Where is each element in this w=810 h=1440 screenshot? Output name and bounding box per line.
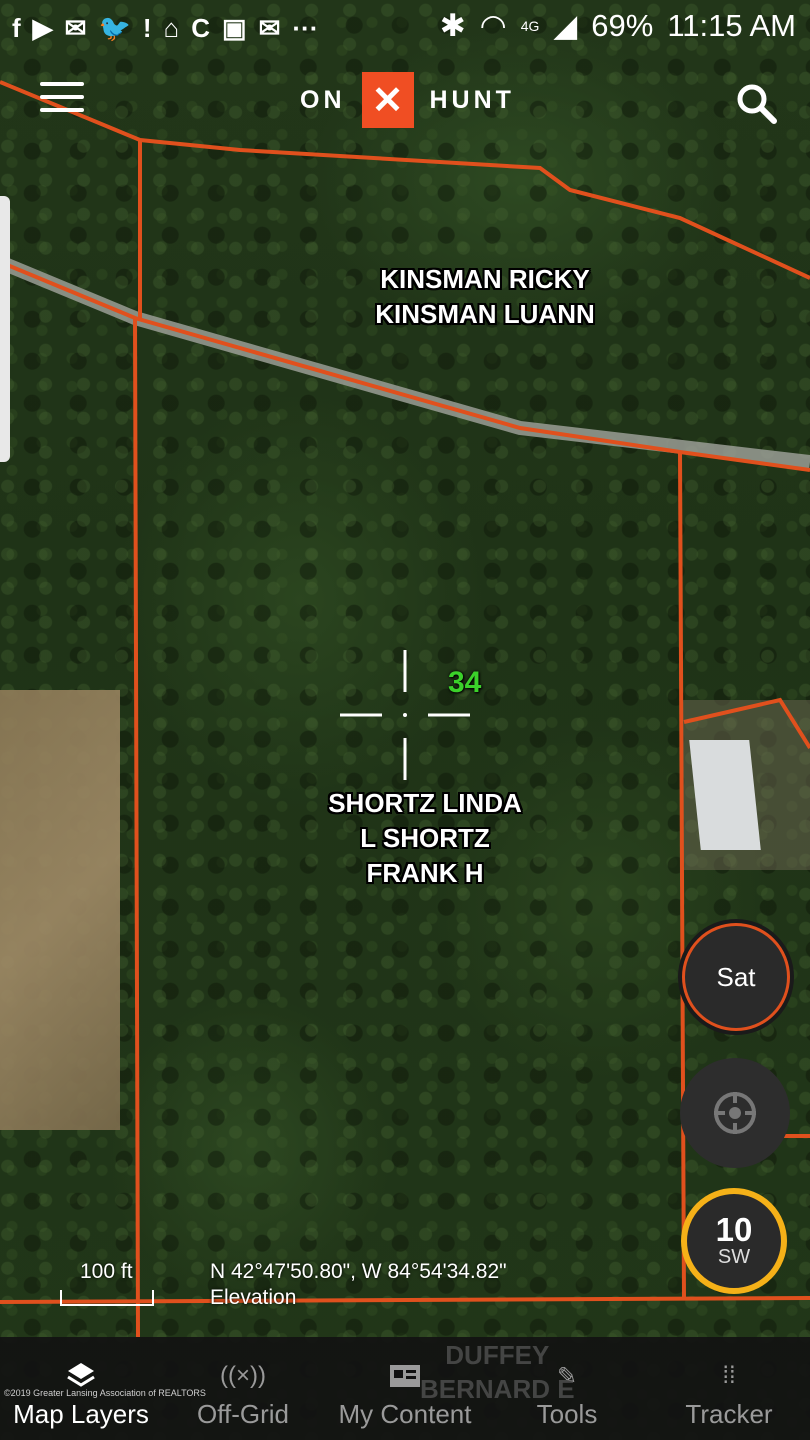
more-notifications-icon: ···: [292, 12, 319, 43]
background-parcel-label: DUFFEY BERNARD E: [420, 1340, 575, 1404]
facebook-icon: f: [12, 12, 21, 43]
crosshair-icon: [340, 650, 470, 780]
scale-label: 100 ft: [80, 1260, 133, 1283]
tracker-icon: ⁞⁞: [722, 1362, 736, 1389]
location-readout: N 42°47'50.80", W 84°54'34.82" Elevation: [210, 1259, 507, 1311]
copyright-text: ©2019 Greater Lansing Association of REA…: [4, 1388, 206, 1398]
gps-locate-button[interactable]: [680, 1058, 790, 1168]
compass-value: 10: [715, 1211, 753, 1248]
coordinates: N 42°47'50.80", W 84°54'34.82": [210, 1260, 507, 1283]
compass-direction: SW: [717, 1246, 751, 1268]
logo-x-mark: ✕: [361, 72, 414, 128]
status-bar: f ▶ ✉ 🐦 ! ⌂ C ▣ ✉ ··· ✱ ◠ 4G ◢ 69% 11:15…: [0, 0, 810, 56]
parcel-owner-label-center[interactable]: SHORTZ LINDA L SHORTZ FRANK H: [290, 786, 560, 891]
mail-icon: ✉: [258, 12, 281, 43]
gmail-icon: ✉: [64, 12, 87, 43]
elevation-label: Elevation: [210, 1286, 297, 1309]
alert-icon: !: [142, 12, 152, 43]
tab-tracker[interactable]: ⁞⁞ Tracker: [648, 1337, 810, 1440]
wifi-icon: ◠: [479, 8, 507, 43]
battery-level: 69%: [591, 8, 654, 43]
c-app-icon: C: [191, 12, 211, 43]
search-icon[interactable]: [735, 82, 777, 124]
locate-icon: [714, 1092, 756, 1134]
off-grid-icon: ((×)): [220, 1362, 266, 1389]
signal-icon: ◢: [553, 8, 578, 43]
clock: 11:15 AM: [667, 8, 796, 43]
side-drawer-handle[interactable]: [0, 196, 10, 462]
compass-button[interactable]: 10 SW: [681, 1188, 787, 1294]
onx-hunt-logo: ON ✕ HUNT: [300, 72, 515, 128]
parcel-owner-label-north[interactable]: KINSMAN RICKY KINSMAN LUANN: [330, 262, 640, 332]
network-type: 4G: [520, 18, 540, 34]
menu-icon[interactable]: [40, 82, 84, 116]
home-icon: ⌂: [163, 12, 180, 43]
map-type-button[interactable]: Sat: [682, 923, 790, 1031]
youtube-icon: ▶: [32, 12, 53, 43]
app-header: ON ✕ HUNT: [0, 64, 810, 136]
ge-app-icon: ▣: [222, 12, 247, 43]
my-content-icon: [390, 1365, 420, 1387]
twitter-icon: 🐦: [98, 12, 131, 43]
bluetooth-icon: ✱: [439, 8, 466, 43]
scale-bar: [60, 1290, 154, 1306]
